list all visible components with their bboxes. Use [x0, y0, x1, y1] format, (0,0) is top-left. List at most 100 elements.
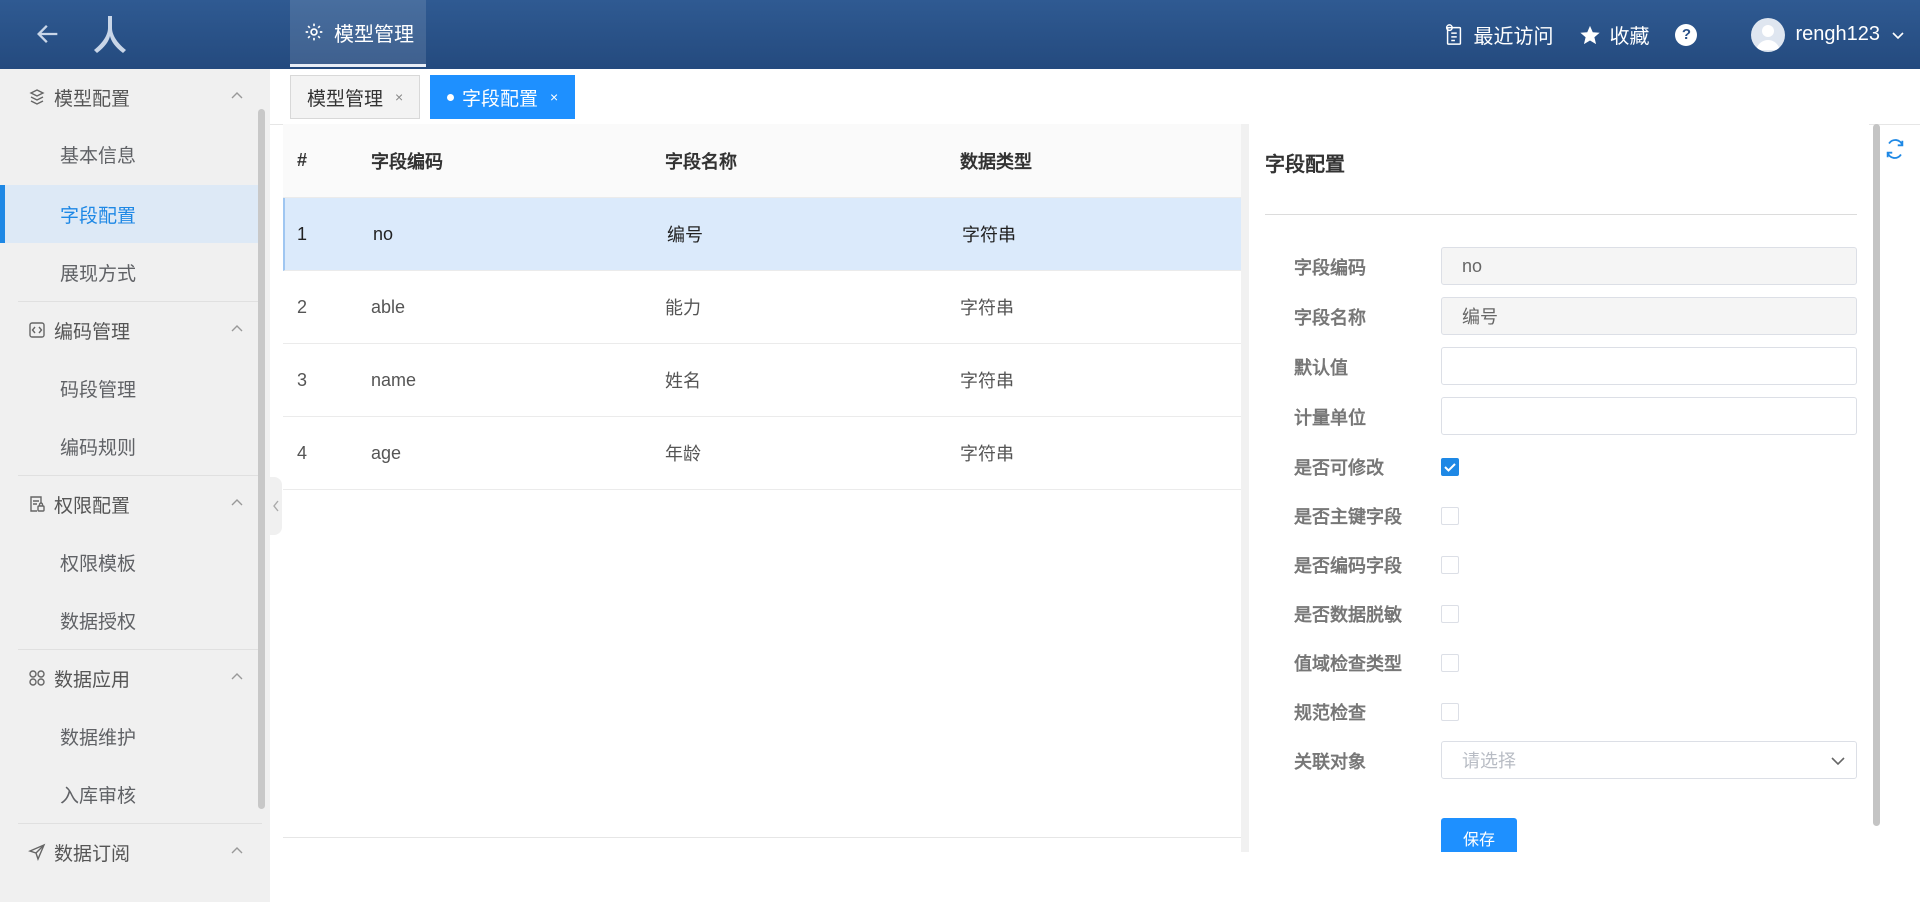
user-menu[interactable]: rengh123 — [1751, 17, 1906, 52]
sidebar-item-permission-template[interactable]: 权限模板 — [0, 533, 262, 591]
apps-icon — [29, 670, 45, 686]
column-header: 数据类型 — [960, 151, 1032, 172]
sidebar-item-data-maintenance[interactable]: 数据维护 — [0, 707, 262, 765]
model-icon — [29, 89, 45, 105]
chevron-up-icon — [231, 325, 243, 332]
form-row-default-value: 默认值 — [1249, 347, 1869, 387]
default-value-label: 默认值 — [1294, 358, 1348, 378]
row-index: 2 — [297, 296, 308, 317]
field-code-label: 字段编码 — [1294, 258, 1366, 278]
sidebar-item-code-segment[interactable]: 码段管理 — [0, 359, 262, 417]
panel-divider — [1265, 214, 1857, 215]
help-icon[interactable]: ? — [1675, 23, 1698, 46]
refresh-icon[interactable] — [1884, 138, 1906, 160]
row-index: 4 — [297, 442, 308, 463]
sidebar-item-storage-review[interactable]: 入库审核 — [0, 765, 262, 823]
relation-select[interactable]: 请选择 — [1441, 741, 1857, 779]
tab-model-management[interactable]: 模型管理 × — [290, 75, 421, 119]
domain-check-label: 值域检查类型 — [1294, 654, 1402, 674]
close-icon[interactable]: × — [550, 89, 558, 105]
sidebar-collapse-handle[interactable] — [270, 477, 282, 535]
chevron-up-icon — [231, 673, 243, 680]
top-header: 模型管理 最近访问 收藏 ? rengh123 — [0, 0, 1920, 69]
recent-clipboard-icon — [1446, 23, 1462, 45]
form-row-field-name: 字段名称 编号 — [1249, 297, 1869, 337]
sidebar-item-display-mode[interactable]: 展现方式 — [0, 243, 262, 301]
table-row[interactable]: 4 age 年龄 字符串 — [283, 417, 1241, 490]
table-row[interactable]: 3 name 姓名 字符串 — [283, 344, 1241, 417]
data-type-cell: 字符串 — [960, 444, 1014, 464]
sidebar-group-label: 编码管理 — [54, 321, 131, 343]
panel-splitter[interactable] — [1241, 124, 1249, 852]
form-row-editable: 是否可修改 — [1249, 447, 1869, 487]
sidebar: 模型配置 基本信息 字段配置 展现方式 编码管理 码段管理 编码规则 权限配置 … — [0, 69, 270, 902]
sidebar-item-code-rule[interactable]: 编码规则 — [0, 417, 262, 475]
sidebar-group-permission-config[interactable]: 权限配置 — [0, 476, 262, 532]
field-code-cell: no — [373, 223, 394, 244]
logo-icon — [94, 16, 126, 53]
menu-tab-model-management[interactable]: 模型管理 — [290, 0, 426, 67]
standard-check-checkbox[interactable] — [1441, 703, 1459, 721]
avatar — [1751, 17, 1786, 52]
form-row-code-field: 是否编码字段 — [1249, 545, 1869, 585]
editable-label: 是否可修改 — [1294, 458, 1384, 478]
field-name-cell: 能力 — [665, 298, 701, 318]
user-avatar-icon — [1756, 24, 1781, 50]
table-row[interactable]: 1 no 编号 字符串 — [283, 198, 1241, 271]
sidebar-item-field-config[interactable]: 字段配置 — [0, 185, 262, 243]
sidebar-group-label: 数据应用 — [54, 669, 131, 691]
save-button[interactable]: 保存 — [1441, 818, 1517, 852]
data-type-cell: 字符串 — [960, 298, 1014, 318]
form-row-primary-key: 是否主键字段 — [1249, 496, 1869, 536]
editable-checkbox[interactable] — [1441, 458, 1459, 476]
field-name-input[interactable]: 编号 — [1441, 297, 1857, 335]
code-field-checkbox[interactable] — [1441, 556, 1459, 574]
chevron-up-icon — [231, 92, 243, 99]
send-icon — [28, 843, 46, 861]
sidebar-group-model-config[interactable]: 模型配置 — [0, 69, 262, 125]
back-arrow-icon[interactable] — [34, 20, 62, 48]
recent-visits-label: 最近访问 — [1473, 26, 1554, 48]
sidebar-group-data-application[interactable]: 数据应用 — [0, 650, 262, 706]
tab-field-config[interactable]: 字段配置 × — [430, 75, 576, 119]
table-row[interactable]: 2 able 能力 字符串 — [283, 271, 1241, 344]
form-row-masking: 是否数据脱敏 — [1249, 594, 1869, 634]
active-dot-icon — [447, 93, 454, 101]
form-row-standard-check: 规范检查 — [1249, 692, 1869, 732]
sidebar-item-data-authorization[interactable]: 数据授权 — [0, 591, 262, 649]
field-code-input[interactable]: no — [1441, 247, 1857, 285]
form-row-unit: 计量单位 — [1249, 397, 1869, 437]
sidebar-group-data-subscription[interactable]: 数据订阅 — [0, 824, 262, 880]
form-row-relation: 关联对象 请选择 — [1249, 741, 1869, 781]
masking-checkbox[interactable] — [1441, 605, 1459, 623]
page-tabs: 模型管理 × 字段配置 × — [270, 69, 1920, 125]
field-code-cell: able — [371, 296, 406, 317]
default-value-input[interactable] — [1441, 347, 1857, 385]
form-row-field-code: 字段编码 no — [1249, 247, 1869, 287]
panel-scrollbar[interactable] — [1873, 124, 1880, 826]
permission-icon — [30, 496, 45, 512]
sidebar-group-label: 权限配置 — [54, 495, 131, 517]
chevron-up-icon — [231, 499, 243, 506]
favorites-button[interactable]: 收藏 — [1579, 20, 1649, 49]
unit-input[interactable] — [1441, 397, 1857, 435]
domain-check-checkbox[interactable] — [1441, 654, 1459, 672]
chevron-down-icon — [1892, 31, 1904, 39]
checkmark-icon — [1444, 463, 1456, 472]
code-icon — [29, 322, 45, 338]
favorites-label: 收藏 — [1609, 26, 1650, 48]
chevron-up-icon — [231, 847, 243, 854]
sidebar-group-code-management[interactable]: 编码管理 — [0, 302, 262, 358]
username: rengh123 — [1795, 23, 1880, 45]
sidebar-scrollbar[interactable] — [258, 109, 265, 809]
field-name-cell: 年龄 — [665, 444, 701, 464]
data-type-cell: 字符串 — [962, 225, 1016, 245]
primary-key-checkbox[interactable] — [1441, 507, 1459, 525]
column-header: # — [297, 150, 308, 170]
close-icon[interactable]: × — [395, 89, 403, 105]
sidebar-item-basic-info[interactable]: 基本信息 — [0, 125, 262, 183]
recent-visits-button[interactable]: 最近访问 — [1443, 20, 1553, 49]
relation-placeholder: 请选择 — [1462, 751, 1516, 771]
field-name-label: 字段名称 — [1294, 308, 1366, 328]
tab-label: 字段配置 — [462, 88, 539, 110]
